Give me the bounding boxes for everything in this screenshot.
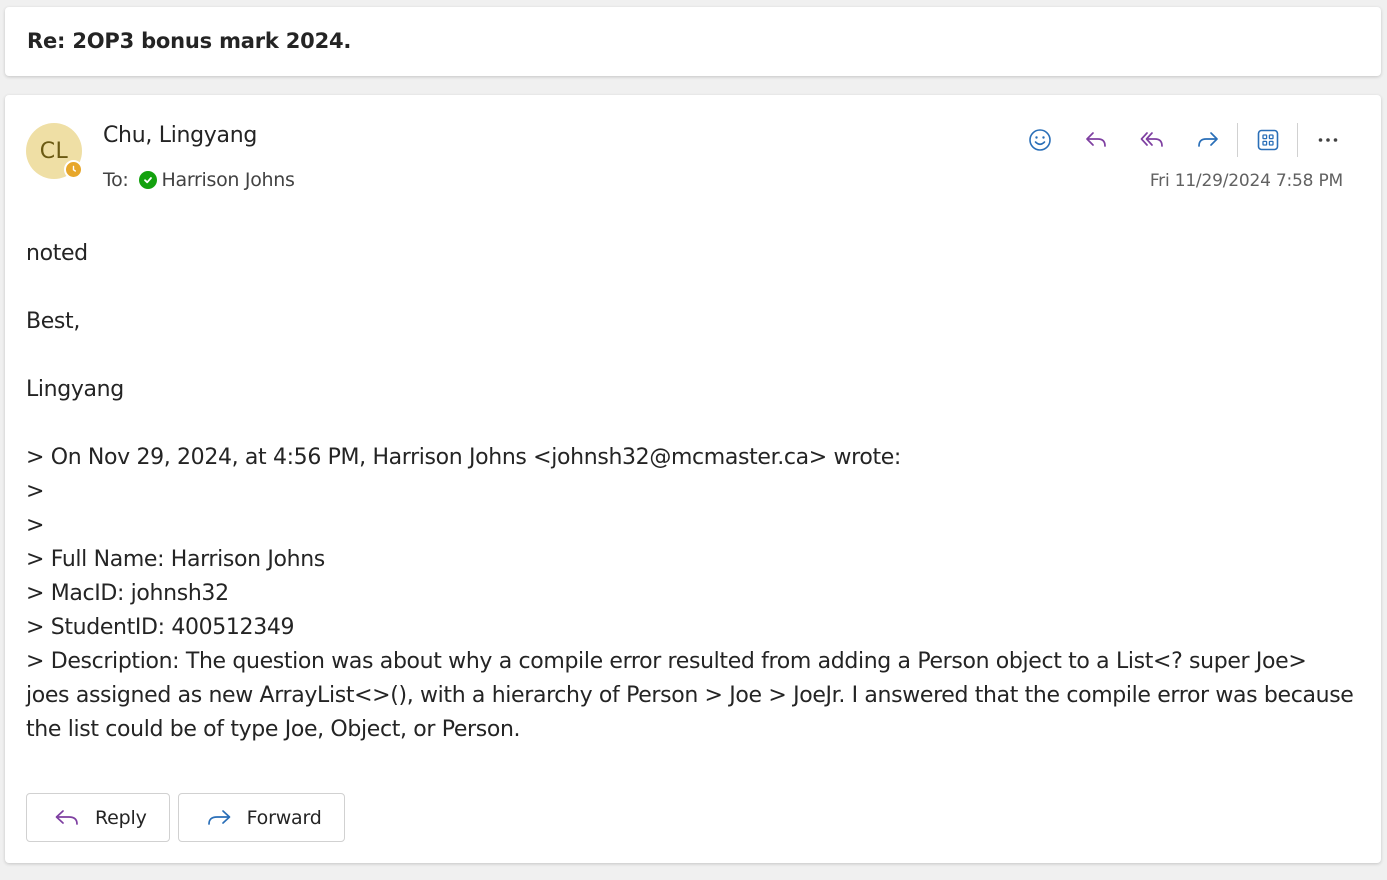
toolbar-divider xyxy=(1237,123,1238,157)
toolbar-divider xyxy=(1297,123,1298,157)
body-line: > Full Name: Harrison Johns xyxy=(26,547,325,572)
body-line xyxy=(26,271,1356,305)
message-card: CL Chu, Lingyang To: Harrison Johns Fri … xyxy=(5,95,1381,863)
message-actions: Reply Forward xyxy=(26,793,353,842)
body-line: > MacID: johnsh32 xyxy=(26,581,229,606)
more-actions-button[interactable] xyxy=(1308,120,1348,160)
more-icon xyxy=(1318,138,1338,142)
subject-header: Re: 2OP3 bonus mark 2024. xyxy=(5,7,1381,76)
recipient-name[interactable]: Harrison Johns xyxy=(162,169,295,191)
reply-icon xyxy=(1086,132,1106,147)
body-line: > StudentID: 400512349 xyxy=(26,615,295,640)
reply-label: Reply xyxy=(95,806,147,829)
forward-bottom-button[interactable]: Forward xyxy=(177,793,345,842)
body-line: Best, xyxy=(26,309,80,334)
apps-button[interactable] xyxy=(1248,120,1288,160)
body-line xyxy=(26,407,1356,441)
body-line: > On Nov 29, 2024, at 4:56 PM, Harrison … xyxy=(26,445,901,470)
forward-label: Forward xyxy=(246,806,322,829)
reply-all-button[interactable] xyxy=(1132,120,1172,160)
message-timestamp: Fri 11/29/2024 7:58 PM xyxy=(1149,171,1343,191)
to-label: To: xyxy=(103,169,129,191)
email-subject: Re: 2OP3 bonus mark 2024. xyxy=(27,29,352,53)
presence-available-icon xyxy=(138,171,157,189)
emoji-icon xyxy=(1029,129,1051,151)
sender-name[interactable]: Chu, Lingyang xyxy=(103,123,257,148)
body-line: > xyxy=(26,513,45,538)
reply-bottom-button[interactable]: Reply xyxy=(26,793,170,842)
body-line: > xyxy=(26,479,45,504)
forward-icon xyxy=(1198,132,1218,147)
body-line: > Description: The question was about wh… xyxy=(26,649,1361,742)
reply-all-icon xyxy=(1140,132,1163,147)
body-line: Lingyang xyxy=(26,377,124,402)
forward-button[interactable] xyxy=(1188,120,1228,160)
forward-icon xyxy=(207,809,230,825)
body-line xyxy=(26,339,1356,373)
recipient-row: To: Harrison Johns xyxy=(103,169,295,191)
message-body: noted Best, Lingyang > On Nov 29, 2024, … xyxy=(26,237,1356,747)
reply-icon xyxy=(55,809,78,825)
apps-icon xyxy=(1257,129,1279,151)
presence-away-icon xyxy=(64,160,83,179)
body-line: noted xyxy=(26,241,88,266)
emoji-reaction-button[interactable] xyxy=(1020,120,1060,160)
message-toolbar xyxy=(1020,119,1364,161)
reply-button[interactable] xyxy=(1076,120,1116,160)
